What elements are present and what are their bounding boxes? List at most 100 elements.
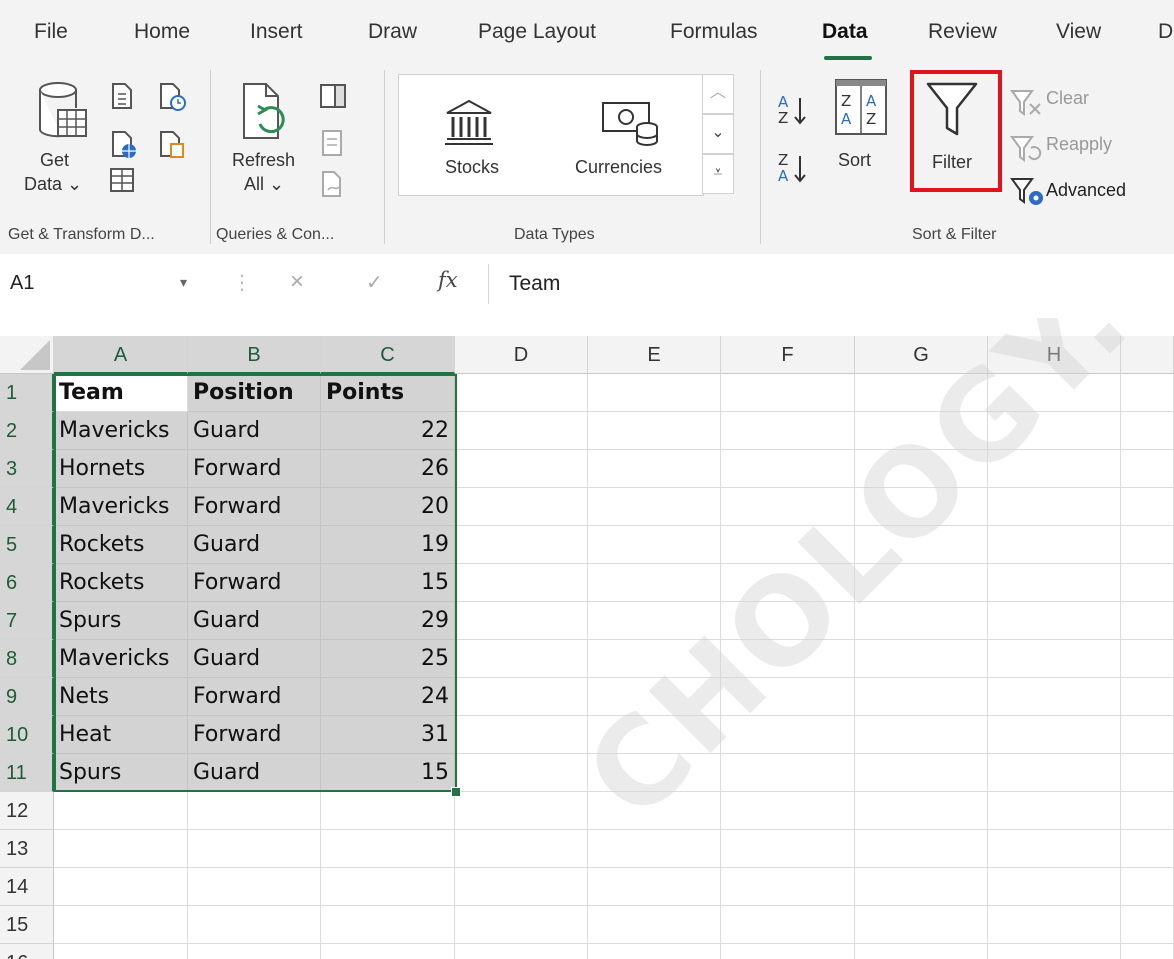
cell-d2[interactable] xyxy=(455,412,588,450)
cell-g5[interactable] xyxy=(855,526,988,564)
tab-page-layout[interactable]: Page Layout xyxy=(478,20,596,44)
cell-b14[interactable] xyxy=(188,868,321,906)
tab-data[interactable]: Data xyxy=(822,20,868,44)
cell-a9[interactable]: Nets xyxy=(54,678,188,716)
cell-a10[interactable]: Heat xyxy=(54,716,188,754)
cell-h4[interactable] xyxy=(988,488,1121,526)
cell-g11[interactable] xyxy=(855,754,988,792)
cell-c9[interactable]: 24 xyxy=(321,678,455,716)
cell-f9[interactable] xyxy=(721,678,855,716)
gallery-scroll-up[interactable]: ︿ xyxy=(702,74,734,114)
column-header-b[interactable]: B xyxy=(188,336,321,374)
cell-f4[interactable] xyxy=(721,488,855,526)
cell-d3[interactable] xyxy=(455,450,588,488)
cell-f14[interactable] xyxy=(721,868,855,906)
cell-c8[interactable]: 25 xyxy=(321,640,455,678)
cell-d12[interactable] xyxy=(455,792,588,830)
row-header-13[interactable]: 13 xyxy=(0,830,54,868)
cell-f8[interactable] xyxy=(721,640,855,678)
cell-e11[interactable] xyxy=(588,754,721,792)
cell-e4[interactable] xyxy=(588,488,721,526)
cell-e9[interactable] xyxy=(588,678,721,716)
cell-d5[interactable] xyxy=(455,526,588,564)
cell-a14[interactable] xyxy=(54,868,188,906)
row-header-16[interactable]: 16 xyxy=(0,944,54,959)
cell-b16[interactable] xyxy=(188,944,321,959)
cell-f11[interactable] xyxy=(721,754,855,792)
cell-d11[interactable] xyxy=(455,754,588,792)
tab-draw[interactable]: Draw xyxy=(368,20,417,44)
worksheet-grid[interactable]: ABCDEFGH 12345678910111213141516 TeamPos… xyxy=(0,318,1174,959)
cell-g15[interactable] xyxy=(855,906,988,944)
gallery-scroll-down[interactable]: ⌄ xyxy=(702,114,734,154)
cell-b2[interactable]: Guard xyxy=(188,412,321,450)
cell-b3[interactable]: Forward xyxy=(188,450,321,488)
from-table-icon[interactable] xyxy=(108,166,136,194)
column-header-a[interactable]: A xyxy=(54,336,188,374)
cell-g14[interactable] xyxy=(855,868,988,906)
cell-d14[interactable] xyxy=(455,868,588,906)
cell-a8[interactable]: Mavericks xyxy=(54,640,188,678)
cell-h1[interactable] xyxy=(988,374,1121,412)
cell-c4[interactable]: 20 xyxy=(321,488,455,526)
cell-c15[interactable] xyxy=(321,906,455,944)
existing-connections-icon[interactable] xyxy=(158,130,186,160)
row-header-3[interactable]: 3 xyxy=(0,450,54,488)
cell-g2[interactable] xyxy=(855,412,988,450)
sort-descending-icon[interactable]: Z A xyxy=(776,148,812,192)
insert-function-icon[interactable]: fx xyxy=(438,268,458,292)
cell-i12[interactable] xyxy=(1121,792,1174,830)
column-header-g[interactable]: G xyxy=(855,336,988,374)
cell-d10[interactable] xyxy=(455,716,588,754)
cell-b5[interactable]: Guard xyxy=(188,526,321,564)
cell-h7[interactable] xyxy=(988,602,1121,640)
cell-h11[interactable] xyxy=(988,754,1121,792)
cell-a13[interactable] xyxy=(54,830,188,868)
cell-h16[interactable] xyxy=(988,944,1121,959)
cell-c13[interactable] xyxy=(321,830,455,868)
from-web-icon[interactable] xyxy=(110,130,138,160)
cell-f6[interactable] xyxy=(721,564,855,602)
cell-a11[interactable]: Spurs xyxy=(54,754,188,792)
cell-e7[interactable] xyxy=(588,602,721,640)
cell-f2[interactable] xyxy=(721,412,855,450)
cell-a4[interactable]: Mavericks xyxy=(54,488,188,526)
sort-ascending-icon[interactable]: A Z xyxy=(776,90,812,134)
cell-g10[interactable] xyxy=(855,716,988,754)
cell-c6[interactable]: 15 xyxy=(321,564,455,602)
row-header-5[interactable]: 5 xyxy=(0,526,54,564)
tab-view[interactable]: View xyxy=(1056,20,1101,44)
tab-developer[interactable]: D xyxy=(1158,20,1173,44)
cell-g3[interactable] xyxy=(855,450,988,488)
row-header-11[interactable]: 11 xyxy=(0,754,54,792)
cell-i6[interactable] xyxy=(1121,564,1174,602)
cell-i16[interactable] xyxy=(1121,944,1174,959)
cancel-entry-icon[interactable]: × xyxy=(290,268,304,296)
cell-f7[interactable] xyxy=(721,602,855,640)
cell-g12[interactable] xyxy=(855,792,988,830)
cell-h10[interactable] xyxy=(988,716,1121,754)
cell-e13[interactable] xyxy=(588,830,721,868)
cell-a1[interactable]: Team xyxy=(54,374,188,412)
row-header-2[interactable]: 2 xyxy=(0,412,54,450)
cell-g1[interactable] xyxy=(855,374,988,412)
cell-h5[interactable] xyxy=(988,526,1121,564)
cell-i10[interactable] xyxy=(1121,716,1174,754)
cell-b7[interactable]: Guard xyxy=(188,602,321,640)
tab-review[interactable]: Review xyxy=(928,20,997,44)
cell-f15[interactable] xyxy=(721,906,855,944)
from-text-icon[interactable] xyxy=(110,82,134,110)
cell-e16[interactable] xyxy=(588,944,721,959)
cell-c1[interactable]: Points xyxy=(321,374,455,412)
cell-g16[interactable] xyxy=(855,944,988,959)
cell-i2[interactable] xyxy=(1121,412,1174,450)
cell-i5[interactable] xyxy=(1121,526,1174,564)
cell-d7[interactable] xyxy=(455,602,588,640)
cell-g6[interactable] xyxy=(855,564,988,602)
cell-f13[interactable] xyxy=(721,830,855,868)
cell-i3[interactable] xyxy=(1121,450,1174,488)
cell-a6[interactable]: Rockets xyxy=(54,564,188,602)
cell-a15[interactable] xyxy=(54,906,188,944)
cell-c10[interactable]: 31 xyxy=(321,716,455,754)
cell-a16[interactable] xyxy=(54,944,188,959)
